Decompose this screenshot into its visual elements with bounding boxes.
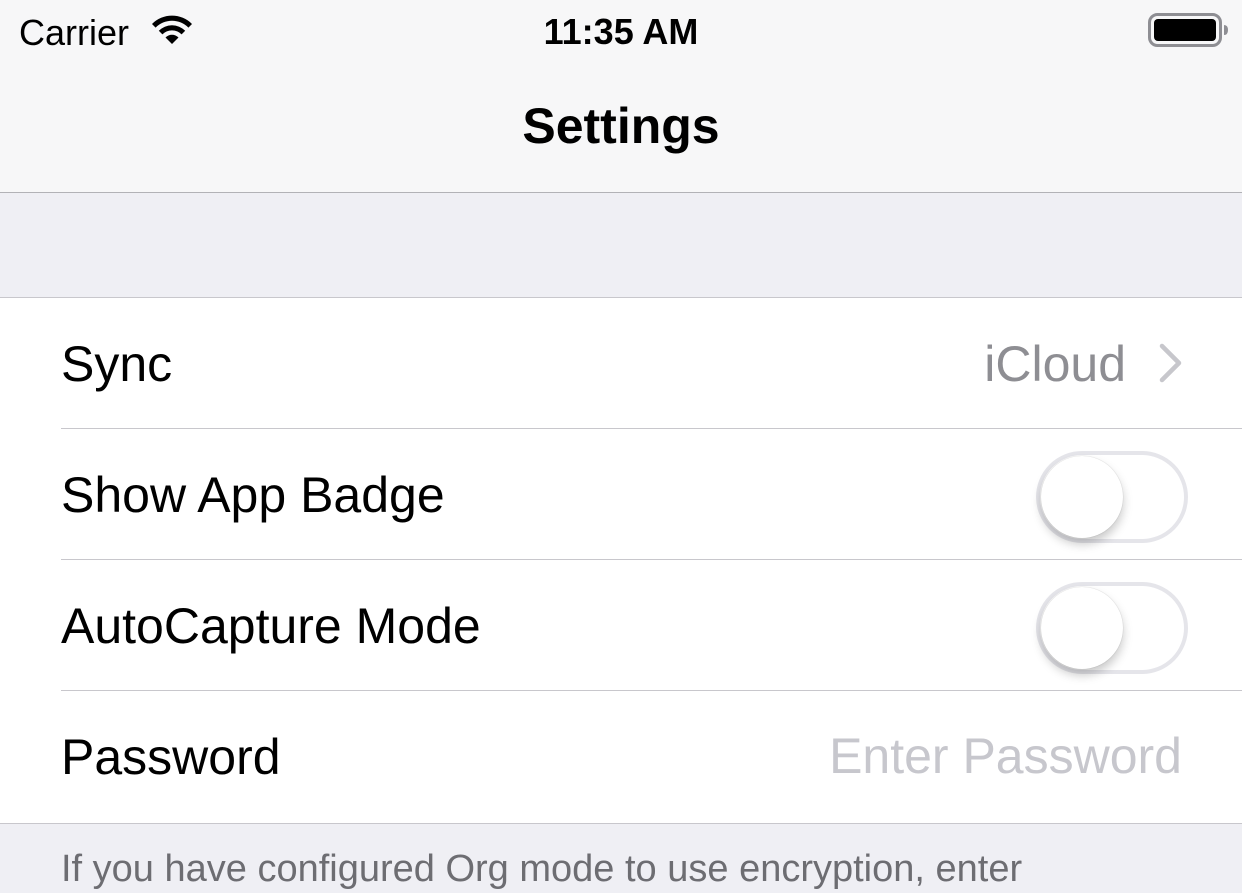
sync-label: Sync bbox=[61, 336, 173, 392]
autocapture-mode-toggle[interactable] bbox=[1036, 582, 1188, 674]
status-time: 11:35 AM bbox=[543, 11, 699, 52]
settings-section: Sync iCloud Show App Badge AutoCapture M… bbox=[0, 297, 1242, 824]
show-app-badge-row: Show App Badge bbox=[0, 429, 1242, 560]
autocapture-mode-label: AutoCapture Mode bbox=[61, 598, 481, 654]
show-app-badge-toggle[interactable] bbox=[1036, 451, 1188, 543]
chevron-right-icon bbox=[1158, 343, 1184, 383]
navigation-bar: Settings bbox=[0, 64, 1242, 193]
password-field[interactable] bbox=[582, 721, 1182, 791]
password-footer-note: If you have configured Org mode to use e… bbox=[61, 848, 1023, 890]
password-label: Password bbox=[61, 729, 281, 785]
autocapture-mode-row: AutoCapture Mode bbox=[0, 560, 1242, 691]
sync-row[interactable]: Sync iCloud bbox=[0, 298, 1242, 429]
toggle-knob bbox=[1041, 456, 1123, 538]
battery-full-icon bbox=[1148, 13, 1230, 49]
show-app-badge-label: Show App Badge bbox=[61, 467, 445, 523]
password-row: Password bbox=[0, 691, 1242, 822]
page-title: Settings bbox=[522, 98, 720, 154]
toggle-knob bbox=[1041, 587, 1123, 669]
sync-value: iCloud bbox=[984, 336, 1126, 392]
status-bar: Carrier 11:35 AM bbox=[0, 0, 1242, 64]
